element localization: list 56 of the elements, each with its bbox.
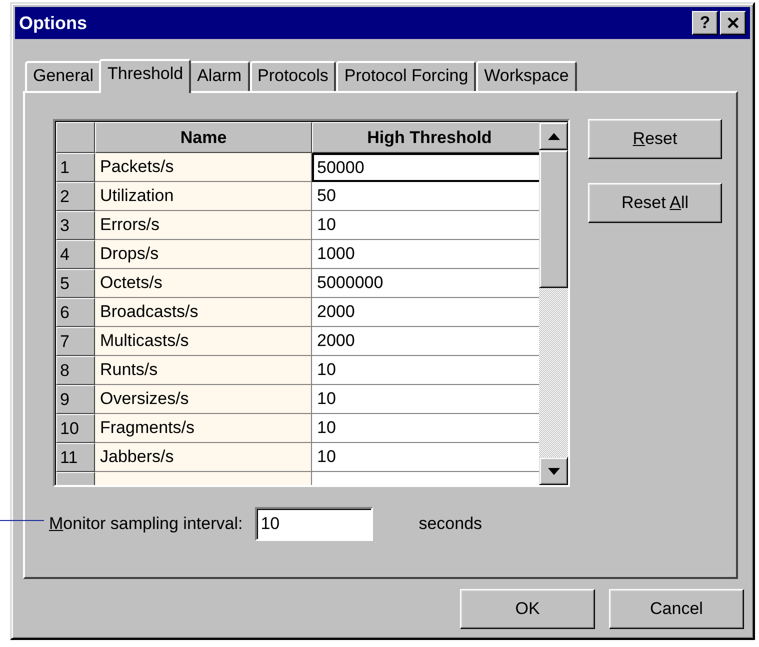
table-cell[interactable]: 2000 [312, 298, 539, 327]
table-cell[interactable]: 10 [312, 356, 539, 385]
reset-all-button[interactable]: Reset All [588, 183, 722, 223]
row-header: 1 [56, 153, 95, 182]
corner-cell [56, 122, 95, 153]
tab[interactable]: Protocol Forcing [336, 61, 476, 91]
table-cell[interactable]: 50000 [312, 153, 539, 182]
tab[interactable]: General [25, 61, 102, 91]
table-cell[interactable]: 2000 [312, 327, 539, 356]
row-header: 10 [56, 414, 95, 443]
table-cell: Broadcasts/s [95, 298, 312, 327]
table-cell[interactable]: 10 [312, 443, 539, 472]
ok-button[interactable]: OK [460, 589, 595, 629]
row-header: 5 [56, 269, 95, 298]
table-cell[interactable]: 1000 [312, 240, 539, 269]
row-header: 7 [56, 327, 95, 356]
close-button[interactable]: ✕ [720, 11, 746, 35]
table-cell: Utilization [95, 182, 312, 211]
table-cell: Multicasts/s [95, 327, 312, 356]
tab[interactable]: Protocols [250, 61, 336, 91]
row-header: 9 [56, 385, 95, 414]
tab[interactable]: Workspace [476, 61, 577, 91]
tab[interactable]: Alarm [189, 61, 250, 91]
table-cell[interactable]: 10 [312, 414, 539, 443]
table-cell: Packets/s [95, 153, 312, 182]
row-header: 3 [56, 211, 95, 240]
up-arrow-icon [548, 132, 560, 140]
cancel-button[interactable]: Cancel [609, 589, 744, 629]
column-header: Name [95, 122, 312, 153]
table-cell[interactable]: 10 [312, 211, 539, 240]
help-button[interactable]: ? [692, 11, 718, 35]
row-header: 4 [56, 240, 95, 269]
table-cell[interactable]: 5000000 [312, 269, 539, 298]
field-label: Monitor sampling interval: [49, 514, 243, 534]
table-cell: Errors/s [95, 211, 312, 240]
tab[interactable]: Threshold [99, 59, 192, 93]
column-header: High Threshold [312, 122, 539, 153]
table-cell[interactable]: 10 [312, 385, 539, 414]
unit-label: seconds [418, 514, 482, 534]
down-arrow-icon [548, 468, 560, 474]
row-header: 2 [56, 182, 95, 211]
table-cell: Drops/s [95, 240, 312, 269]
table-cell: Fragments/s [95, 414, 312, 443]
table-cell: Runts/s [95, 356, 312, 385]
row-header: 8 [56, 356, 95, 385]
window-title: Options [19, 12, 87, 34]
table-cell[interactable]: 50 [312, 182, 539, 211]
reset-button[interactable]: Reset [588, 119, 722, 159]
scrollbar[interactable] [539, 122, 568, 485]
interval-field[interactable]: 10 [254, 507, 373, 541]
leader-line [0, 520, 44, 521]
table-cell: Oversizes/s [95, 385, 312, 414]
row-header: 11 [56, 443, 95, 472]
table-cell: Octets/s [95, 269, 312, 298]
table-cell: Jabbers/s [95, 443, 312, 472]
row-header: 6 [56, 298, 95, 327]
